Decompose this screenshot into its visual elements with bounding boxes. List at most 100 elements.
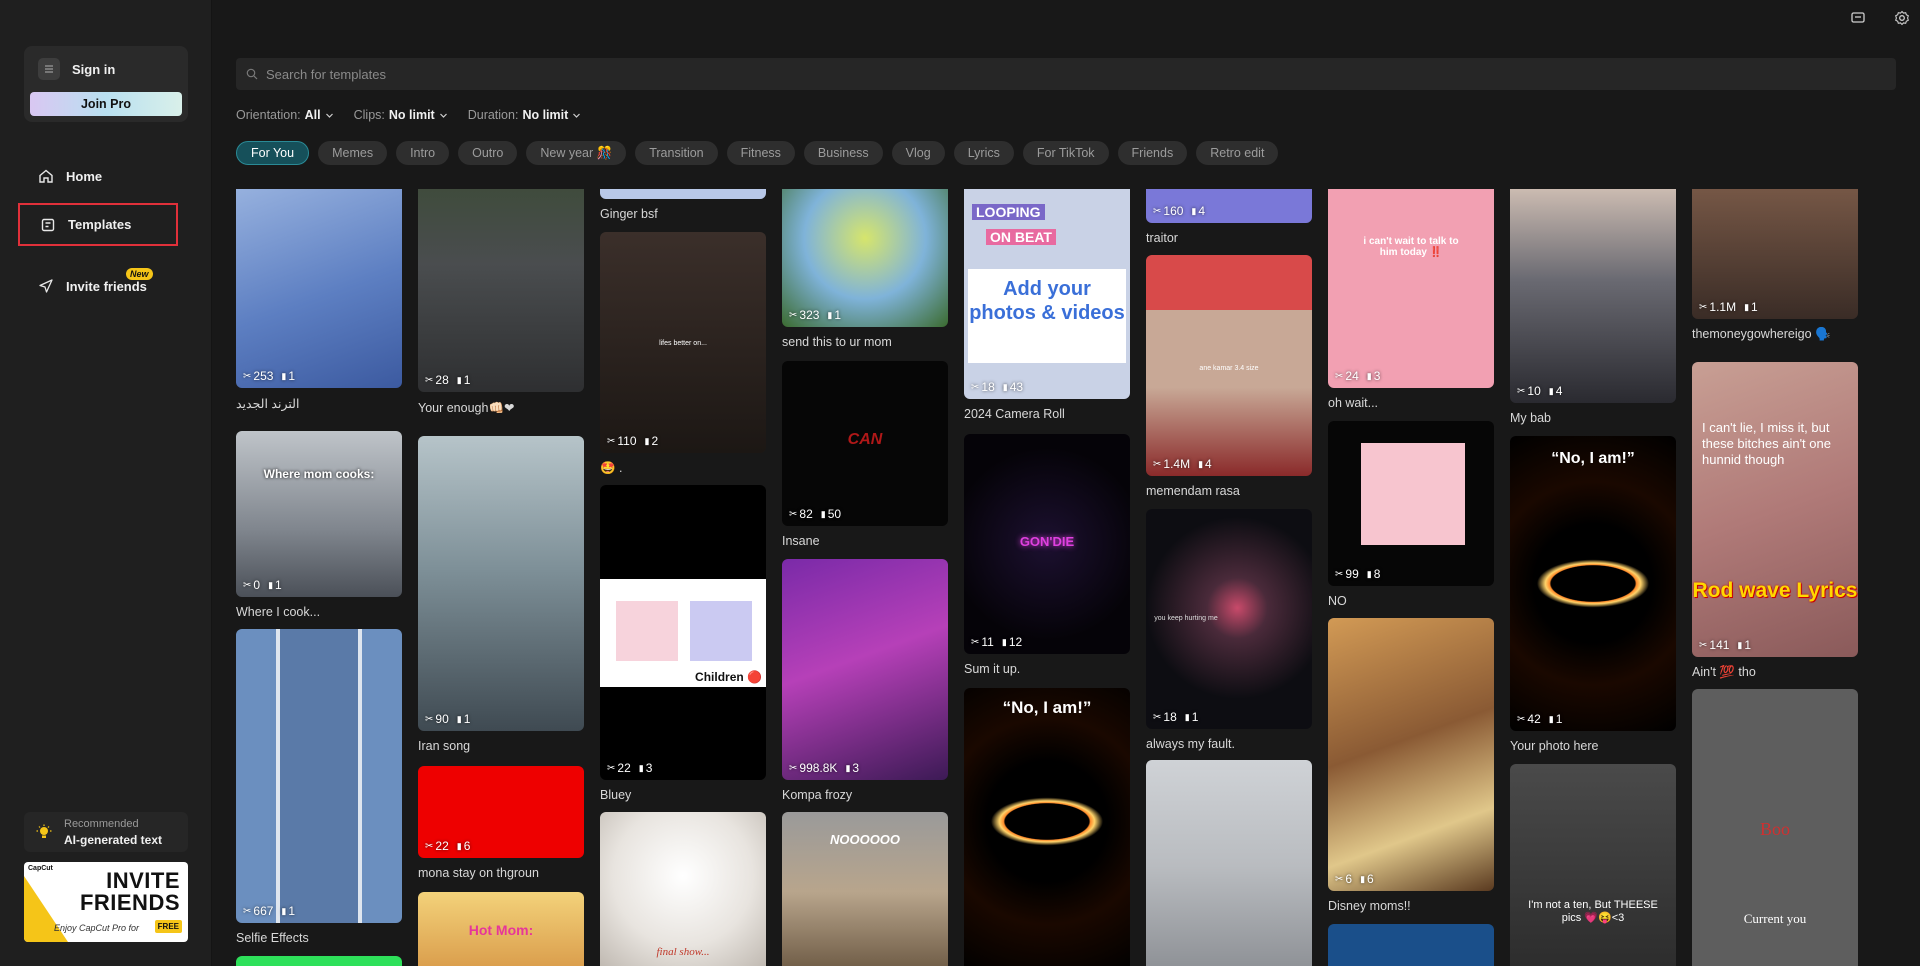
template-thumbnail [600, 189, 766, 199]
template-card[interactable]: Boo Current you [1692, 689, 1858, 966]
chip-memes[interactable]: Memes [318, 141, 388, 165]
sidebar-item-templates[interactable]: Templates [18, 203, 178, 246]
template-overlay-text: Add your photos & videos [968, 269, 1126, 363]
template-thumbnail: ✂ 10 ▮ 4 [1510, 189, 1676, 403]
template-card[interactable]: ✂ 28 ▮ 1 Your enough👊🏻❤ [418, 189, 584, 416]
recommended-label: Recommended [64, 818, 139, 830]
template-card[interactable] [1146, 760, 1312, 966]
sidebar-item-home[interactable]: Home [24, 158, 176, 194]
template-card[interactable]: ✂ 1.1M ▮ 1 themoneygowhereigo 🗣️ [1692, 189, 1858, 342]
template-card[interactable]: you keep hurting me ✂ 18 ▮ 1 always my faul… [1146, 509, 1312, 751]
scissors-icon: ✂ [243, 370, 252, 382]
template-card[interactable]: Hot Mom: [418, 892, 584, 966]
recommended-ai-text[interactable]: Recommended AI-generated text [24, 812, 188, 852]
template-thumbnail: CAN ✂ 82 ▮ 50 [782, 361, 948, 526]
clips-filter[interactable]: Clips: No limit [354, 108, 448, 122]
template-card[interactable]: ✂ 90 ▮ 1 Iran song [418, 436, 584, 753]
scissors-icon: ✂ [1335, 370, 1344, 382]
template-title: 🤩 . [600, 461, 623, 475]
chip-business[interactable]: Business [803, 141, 883, 165]
duration-filter[interactable]: Duration: No limit [468, 108, 582, 122]
clips-icon: ▮ [1737, 639, 1743, 650]
template-overlay-text: Hot Mom: [468, 922, 534, 938]
template-thumbnail: ✂ 667 ▮ 1 [236, 629, 402, 923]
search-bar[interactable] [236, 58, 1896, 90]
clips-count: ▮ 3 [845, 761, 860, 775]
template-card[interactable]: “No, I am!” [964, 688, 1130, 966]
template-thumbnail: ✂ 160 ▮ 4 [1146, 189, 1312, 223]
chip-intro[interactable]: Intro [396, 141, 450, 165]
chip-outro[interactable]: Outro [458, 141, 518, 165]
lightbulb-icon [36, 824, 52, 838]
chip-lyrics[interactable]: Lyrics [953, 141, 1014, 165]
template-card[interactable]: ane kamar 3.4 size ✂ 1.4M ▮ 4 memendam rasa [1146, 255, 1312, 498]
chip-fitness[interactable]: Fitness [726, 141, 795, 165]
chip-friends[interactable]: Friends [1117, 141, 1188, 165]
template-card[interactable]: ✂ 22 ▮ 6 mona stay on thgroun [418, 766, 584, 880]
orientation-filter[interactable]: Orientation: All [236, 108, 334, 122]
template-card[interactable]: Where mom cooks: ✂ 0 ▮ 1 Where I cook... [236, 431, 402, 619]
join-pro-button[interactable]: Join Pro [30, 92, 182, 116]
clips-icon: ▮ [456, 713, 462, 724]
chip-vlog[interactable]: Vlog [891, 141, 945, 165]
template-thumbnail: NOOOOOO [782, 812, 948, 966]
template-card[interactable]: CAN ✂ 82 ▮ 50 Insane [782, 361, 948, 548]
template-card[interactable]: i can't wait to talk to him today ‼️ ✂ 24… [1328, 189, 1494, 410]
template-card[interactable]: GON'DIE ✂ 11 ▮ 12 Sum it up. [964, 434, 1130, 676]
template-card[interactable]: ✂ 253 ▮ 1 الترند الجديد [236, 189, 402, 411]
clips-count: ▮ 1 [281, 369, 296, 383]
template-stats: ✂ 42 ▮ 1 [1517, 712, 1562, 726]
uses-count: ✂ 99 [1335, 567, 1359, 581]
template-card[interactable]: ✂ 998.8K ▮ 3 Kompa frozy [782, 559, 948, 802]
chevron-down-icon [573, 113, 581, 118]
template-card[interactable]: “No, I am!” ✂ 42 ▮ 1 Your photo here [1510, 436, 1676, 753]
chip-for-you[interactable]: For You [236, 141, 310, 165]
chip-new-year[interactable]: New year 🎊 [526, 141, 627, 165]
template-card[interactable] [1328, 924, 1494, 966]
template-card[interactable]: ✂ 667 ▮ 1 Selfie Effects [236, 629, 402, 945]
pink-square [1361, 443, 1465, 545]
clips-icon: ▮ [644, 435, 650, 446]
banner-free-badge: FREE [154, 920, 182, 933]
banner-subtitle: Enjoy CapCut Pro for [54, 923, 140, 933]
template-card[interactable]: ✂ 99 ▮ 8 NO [1328, 421, 1494, 608]
template-stats: ✂ 82 ▮ 50 [789, 507, 841, 521]
template-card[interactable]: LOOPING ON BEAT Add your photos & videos… [964, 189, 1130, 421]
scissors-icon: ✂ [607, 762, 616, 774]
template-card[interactable]: Ginger bsf [600, 189, 766, 221]
search-input[interactable] [266, 66, 1866, 82]
template-card[interactable]: ✂ 160 ▮ 4 traitor [1146, 189, 1312, 245]
filter-row: Orientation: All Clips: No limit Duratio… [236, 108, 581, 122]
chip-transition[interactable]: Transition [635, 141, 718, 165]
clips-icon: ▮ [827, 309, 833, 320]
filter-value: No limit [388, 108, 435, 122]
template-overlay-text: i can't wait to talk to him today ‼️ [1363, 236, 1459, 258]
template-card[interactable]: lifes better on... ✂ 110 ▮ 2 🤩 . [600, 232, 766, 476]
template-title: NO [1328, 594, 1347, 608]
template-card[interactable]: ✂ 10 ▮ 4 My bab [1510, 189, 1676, 425]
sign-in-button[interactable]: Sign in [38, 58, 115, 80]
chip-for-tiktok[interactable]: For TikTok [1022, 141, 1109, 165]
template-card[interactable]: NOOOOOO [782, 812, 948, 966]
template-card[interactable]: final show... [600, 812, 766, 966]
template-thumbnail [1146, 760, 1312, 966]
template-card[interactable]: I'm not a ten, But THEESE pics 💗😝<3 [1510, 764, 1676, 966]
clips-count: ▮ 12 [1001, 635, 1023, 649]
template-card[interactable]: I can't lie, I miss it, but these bitche… [1692, 362, 1858, 680]
template-card[interactable] [236, 956, 402, 966]
sidebar-item-invite-friends[interactable]: Invite friends New [24, 268, 176, 304]
template-card[interactable]: ✂ 6 ▮ 6 Disney moms!! [1328, 618, 1494, 913]
template-card[interactable]: ✂ 323 ▮ 1 send this to ur mom [782, 189, 948, 349]
clips-icon: ▮ [1191, 205, 1197, 216]
chip-retro-edit[interactable]: Retro edit [1196, 141, 1279, 165]
clips-icon: ▮ [1548, 385, 1554, 396]
template-title: Ginger bsf [600, 207, 658, 221]
template-title: Where I cook... [236, 605, 321, 619]
scissors-icon: ✂ [1153, 711, 1162, 723]
clips-count: ▮ 1 [456, 712, 471, 726]
template-thumbnail: ✂ 22 ▮ 6 [418, 766, 584, 858]
template-card[interactable]: Children 🔴 ✂ 22 ▮ 3 Bluey [600, 485, 766, 802]
invite-friends-banner[interactable]: CapCut INVITE FRIENDS Enjoy CapCut Pro f… [24, 862, 188, 942]
template-stats: ✂ 18 ▮ 1 [1153, 710, 1198, 724]
template-thumbnail: “No, I am!” [964, 688, 1130, 966]
